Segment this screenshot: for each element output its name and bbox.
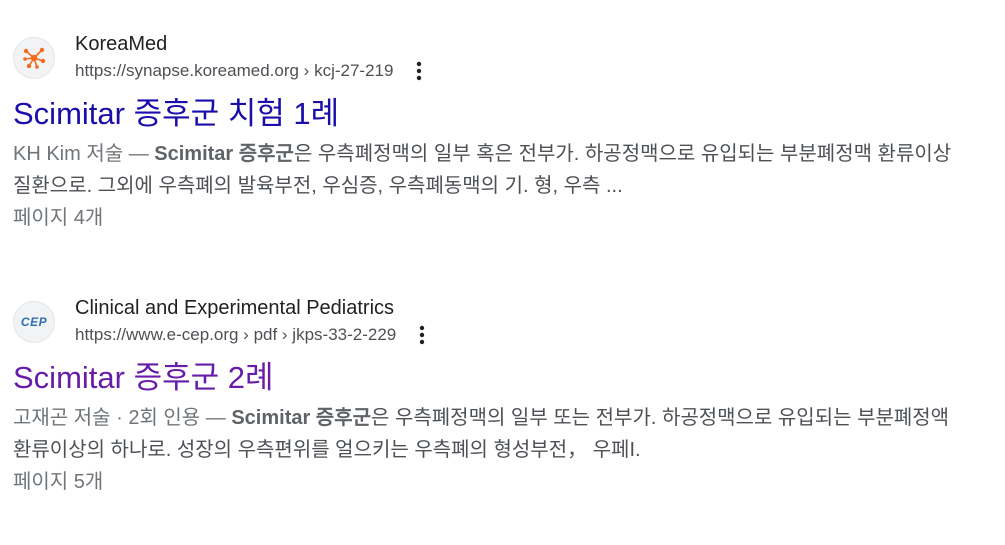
snippet-highlight: Scimitar 증후군 <box>154 143 294 165</box>
result-url[interactable]: https://synapse.koreamed.org › kcj-27-21… <box>75 57 393 85</box>
result-source[interactable]: KoreaMed https://synapse.koreamed.org › … <box>13 30 973 88</box>
result-source[interactable]: CEP Clinical and Experimental Pediatrics… <box>13 294 973 352</box>
koreamed-favicon-icon <box>13 37 55 79</box>
site-name[interactable]: KoreaMed <box>75 31 431 57</box>
snippet-highlight: Scimitar 증후군 <box>231 407 372 429</box>
search-result-2: CEP Clinical and Experimental Pediatrics… <box>13 294 973 498</box>
more-vert-icon[interactable] <box>407 57 431 85</box>
page-count: 페이지 5개 <box>13 471 104 493</box>
cep-logo-icon: CEP <box>13 301 55 343</box>
result-title-link[interactable]: Scimitar 증후군 치험 1례 <box>13 94 973 134</box>
cep-logo-text: CEP <box>20 315 48 329</box>
result-meta: 고재곤 저술 · 2회 인용 — <box>13 407 232 429</box>
result-snippet: 고재곤 저술 · 2회 인용 — Scimitar 증후군은 우측폐정맥의 일부… <box>13 402 958 466</box>
result-url[interactable]: https://www.e-cep.org › pdf › jkps-33-2-… <box>75 321 396 349</box>
search-result-1: KoreaMed https://synapse.koreamed.org › … <box>13 30 973 234</box>
result-meta: KH Kim 저술 — <box>13 143 155 165</box>
result-title-link[interactable]: Scimitar 증후군 2례 <box>13 358 973 398</box>
result-snippet: KH Kim 저술 — Scimitar 증후군은 우측폐정맥의 일부 혹은 전… <box>13 138 958 202</box>
site-name[interactable]: Clinical and Experimental Pediatrics <box>75 295 434 321</box>
more-vert-icon[interactable] <box>410 321 434 349</box>
page-count: 페이지 4개 <box>13 207 104 229</box>
